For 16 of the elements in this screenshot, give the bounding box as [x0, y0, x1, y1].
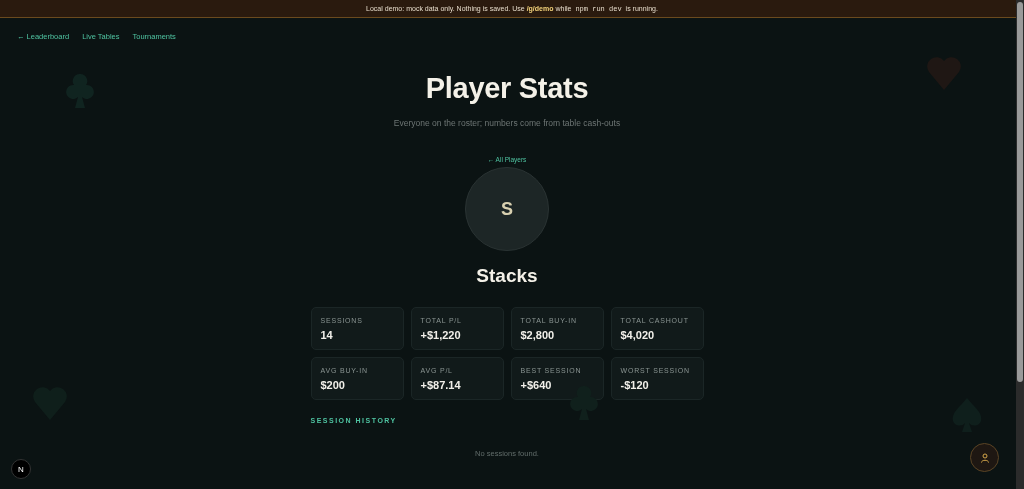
player-name: Stacks: [476, 265, 538, 287]
stat-value: $200: [320, 379, 346, 391]
page-subtitle: Everyone on the roster; numbers come from table cash-outs: [393, 118, 621, 128]
stat-value: +$87.14: [420, 379, 462, 391]
user-icon: [979, 452, 990, 463]
account-button[interactable]: [970, 443, 999, 472]
stat-value: $2,800: [520, 329, 556, 341]
stat-value: $4,020: [620, 329, 656, 341]
stat-value: +$640: [520, 379, 553, 391]
page-title: Player Stats: [425, 72, 589, 105]
stat-value: 14: [320, 329, 334, 341]
stat-value: +$1,220: [420, 329, 462, 341]
stat-value: -$120: [620, 379, 650, 391]
dev-badge[interactable]: N: [11, 459, 31, 479]
player-avatar: S: [465, 167, 549, 251]
scrollbar[interactable]: [1016, 0, 1024, 489]
